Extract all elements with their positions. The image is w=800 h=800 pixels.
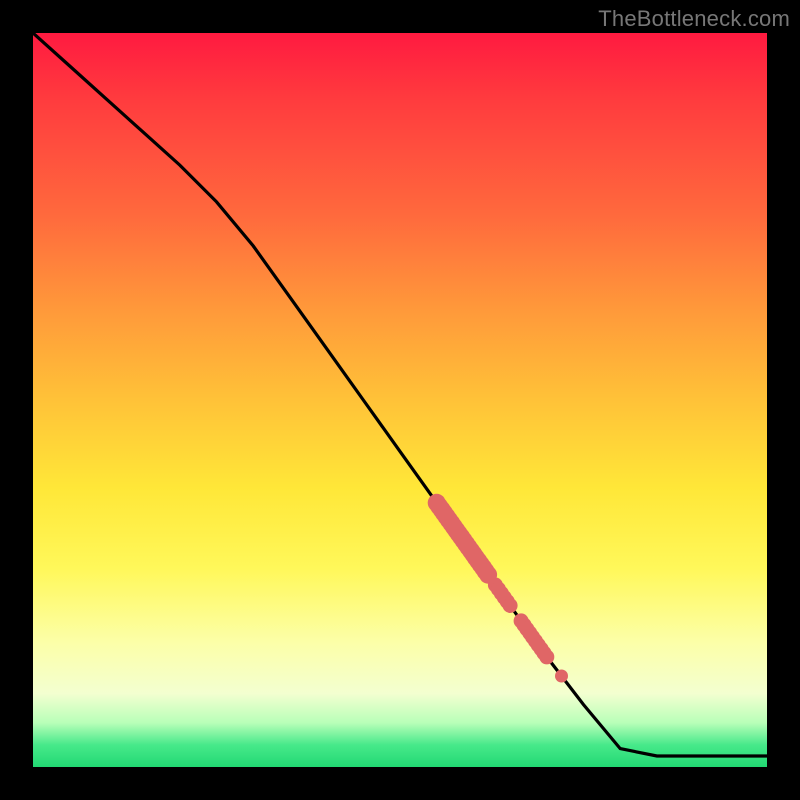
watermark-text: TheBottleneck.com	[598, 6, 790, 32]
data-markers	[428, 494, 568, 683]
data-point	[539, 649, 554, 664]
curve-line	[33, 33, 767, 756]
data-point	[503, 598, 518, 613]
data-point	[555, 670, 568, 683]
chart-frame: TheBottleneck.com	[0, 0, 800, 800]
chart-svg	[33, 33, 767, 767]
plot-area	[33, 33, 767, 767]
